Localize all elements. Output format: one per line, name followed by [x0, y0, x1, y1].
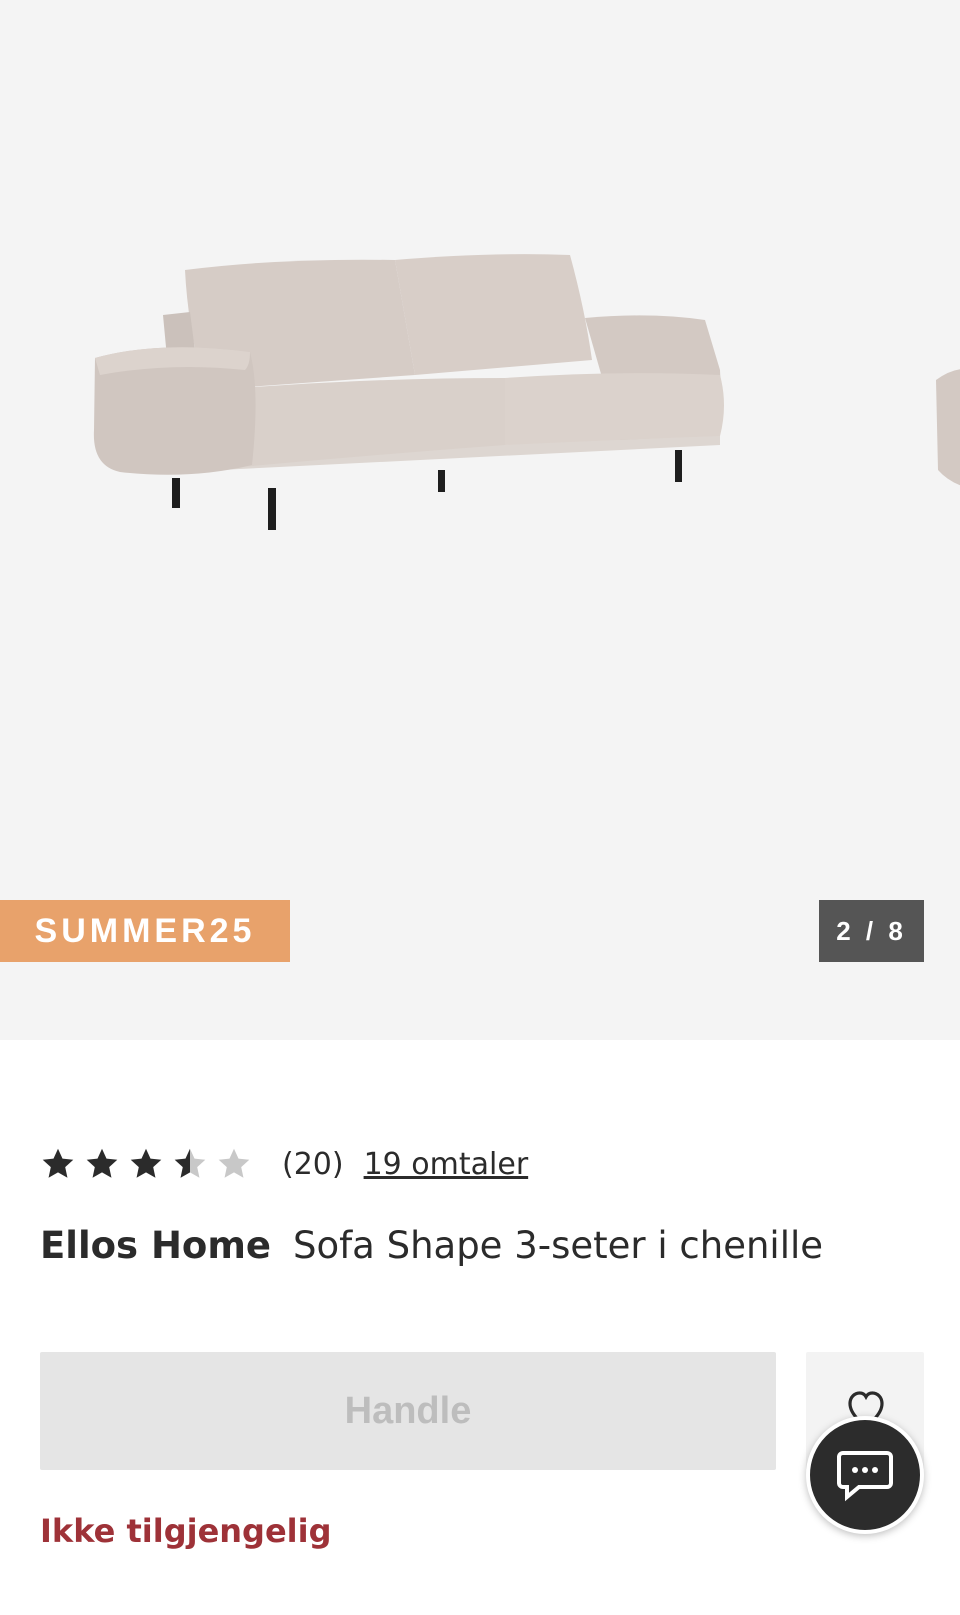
product-title: Ellos Home Sofa Shape 3-seter i chenille: [40, 1220, 823, 1270]
star-icon: [42, 1148, 74, 1178]
chat-button[interactable]: [806, 1416, 924, 1534]
reviews-link[interactable]: 19 omtaler: [364, 1147, 529, 1182]
promo-code-badge: SUMMER25: [0, 900, 290, 962]
product-name: Sofa Shape 3-seter i chenille: [293, 1223, 824, 1267]
next-product-image: [936, 369, 960, 486]
star-empty-icon: [218, 1148, 250, 1178]
chat-bubble-icon: [837, 1451, 893, 1502]
rating-count: (20): [282, 1146, 344, 1182]
rating-row: (20) 19 omtaler: [40, 1142, 528, 1186]
star-icon: [130, 1148, 162, 1178]
buy-button[interactable]: Handle: [40, 1352, 776, 1470]
star-rating: [40, 1146, 260, 1182]
image-counter: 2 / 8: [819, 900, 924, 962]
availability-status: Ikke tilgjengelig: [40, 1512, 332, 1550]
product-image[interactable]: [80, 240, 760, 560]
brand-name: Ellos Home: [40, 1223, 271, 1267]
product-image-gallery[interactable]: SUMMER25 2 / 8: [0, 0, 960, 1040]
half-star-icon: [174, 1148, 206, 1178]
star-icon: [86, 1148, 118, 1178]
